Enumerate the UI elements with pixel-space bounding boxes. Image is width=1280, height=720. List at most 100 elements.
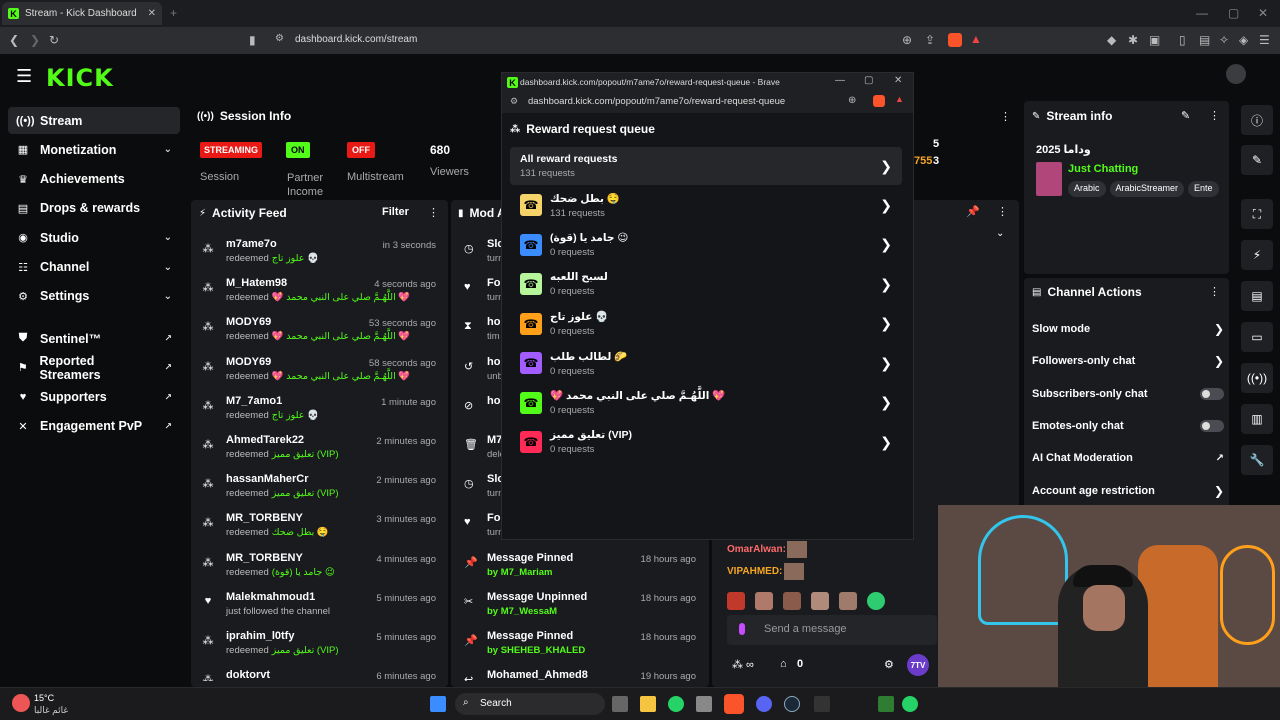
forward-icon[interactable]: ❯ bbox=[30, 33, 40, 47]
nav-item-settings[interactable]: ⚙ Settings ⌄ bbox=[8, 283, 180, 310]
maximize-icon[interactable]: ▢ bbox=[1228, 6, 1239, 20]
activity-item[interactable]: ⁂ MR_TORBENY 4 minutes ago redeemed جامد يا … bbox=[200, 552, 440, 591]
chevron-down-icon[interactable]: ⌄ bbox=[996, 228, 1004, 239]
discord-icon[interactable] bbox=[756, 696, 772, 712]
activity-item[interactable]: ⁂ m7ame7o in 3 seconds redeemed علوز تاج 💀 bbox=[200, 238, 440, 277]
puzzle-icon[interactable]: ✱ bbox=[1128, 33, 1138, 47]
activity-item[interactable]: ⁂ M_Hatem98 4 seconds ago redeemed 💖 اللَّهُ… bbox=[200, 277, 440, 316]
nav-item-drops-rewards[interactable]: ▤ Drops & rewards bbox=[8, 195, 180, 222]
mic-icon[interactable] bbox=[739, 623, 745, 635]
activity-item[interactable]: ⁂ AhmedTarek22 2 minutes ago redeemed تعليق … bbox=[200, 434, 440, 473]
channel-action-subscribers-only-chat[interactable]: Subscribers-only chat bbox=[1032, 378, 1224, 410]
reward-row[interactable]: ☎ لطالب طلب 🌮 0 requests ❯ bbox=[510, 344, 902, 382]
address-bar[interactable]: dashboard.kick.com/stream bbox=[295, 34, 417, 45]
vpn-icon[interactable]: ◈ bbox=[1239, 33, 1248, 47]
activity-item[interactable]: ⁂ MODY69 58 seconds ago redeemed 💖 اللَّهُـم… bbox=[200, 356, 440, 395]
reward-row[interactable]: ☎ بطل ضحك 🤤 131 requests ❯ bbox=[510, 186, 902, 224]
emote[interactable] bbox=[783, 592, 801, 610]
reward-row[interactable]: ☎ 💖 اللَّهُـمَّ صلي على النبي محمد 💖 0 req… bbox=[510, 384, 902, 422]
community-icon[interactable]: ⁂ ∞ bbox=[732, 658, 754, 671]
popup-address[interactable]: dashboard.kick.com/popout/m7ame7o/reward… bbox=[528, 96, 785, 107]
toggle-switch[interactable] bbox=[1200, 419, 1224, 432]
task-view-icon[interactable] bbox=[612, 696, 628, 712]
popup-minimize-icon[interactable]: — bbox=[835, 75, 845, 86]
activity-item[interactable]: ⁂ M7_7amo1 1 minute ago redeemed علوز تاج 💀 bbox=[200, 395, 440, 434]
partner-income-badge[interactable]: ON bbox=[286, 142, 310, 158]
mod-log-item[interactable]: 📌 Message Pinned 18 hours ago by SHEHEB_KHA… bbox=[462, 630, 702, 669]
channel-action-ai-chat-moderation[interactable]: AI Chat Moderation ↗ bbox=[1032, 442, 1224, 474]
screenshot-icon[interactable]: ▣ bbox=[1149, 33, 1160, 47]
document-icon[interactable]: ▤ bbox=[1241, 281, 1273, 311]
session-more-icon[interactable]: ⋮ bbox=[1000, 110, 1011, 123]
stream-info-more-icon[interactable]: ⋮ bbox=[1209, 109, 1220, 122]
pin-icon[interactable]: 📌 bbox=[966, 205, 980, 218]
nav-item-monetization[interactable]: ▦ Monetization ⌄ bbox=[8, 136, 180, 163]
terminal-icon[interactable] bbox=[814, 696, 830, 712]
nav-item-channel[interactable]: ☷ Channel ⌄ bbox=[8, 254, 180, 281]
close-tab-icon[interactable]: ✕ bbox=[148, 8, 156, 19]
user-avatar[interactable] bbox=[1226, 64, 1246, 84]
external-link-icon[interactable]: ↗ bbox=[1216, 453, 1224, 464]
nav-item-studio[interactable]: ◉ Studio ⌄ bbox=[8, 224, 180, 251]
filter-button[interactable]: Filter bbox=[382, 206, 409, 218]
file-explorer-icon[interactable] bbox=[640, 696, 656, 712]
chat-input[interactable]: Send a message bbox=[727, 615, 937, 645]
hamburger-menu-icon[interactable]: ☰ bbox=[16, 66, 32, 87]
activity-more-icon[interactable]: ⋮ bbox=[428, 206, 439, 219]
chat-settings-icon[interactable]: ⚙ bbox=[884, 658, 894, 671]
reload-icon[interactable]: ↻ bbox=[49, 33, 59, 47]
site-info-icon[interactable]: ⚙ bbox=[275, 33, 284, 44]
channel-action-slow-mode[interactable]: Slow mode ❯ bbox=[1032, 313, 1224, 345]
wallet-icon[interactable]: ▤ bbox=[1199, 33, 1210, 47]
multistream-badge[interactable]: OFF bbox=[347, 142, 375, 158]
tag[interactable]: Ente bbox=[1188, 181, 1219, 197]
tag[interactable]: Arabic bbox=[1068, 181, 1106, 197]
nav-item-reported-streamers[interactable]: ⚑ Reported Streamers ↗ bbox=[8, 354, 180, 382]
taskbar-search[interactable]: ⌕ Search bbox=[455, 693, 605, 715]
nav-item-sentinel-[interactable]: ⛊ Sentinel™ ↗ bbox=[8, 325, 180, 352]
share-icon[interactable]: ⇪ bbox=[925, 33, 935, 47]
channel-action-emotes-only-chat[interactable]: Emotes-only chat bbox=[1032, 410, 1224, 442]
emote[interactable] bbox=[755, 592, 773, 610]
edit-rail-icon[interactable]: ✎ bbox=[1241, 145, 1273, 175]
nvidia-icon[interactable] bbox=[878, 696, 894, 712]
channel-action-followers-only-chat[interactable]: Followers-only chat ❯ bbox=[1032, 345, 1224, 377]
reward-row[interactable]: ☎ تعليق مميز (VIP) 0 requests ❯ bbox=[510, 423, 902, 461]
activity-item[interactable]: ⁂ MODY69 53 seconds ago redeemed 💖 اللَّهُـم… bbox=[200, 316, 440, 355]
nav-item-stream[interactable]: ((•)) Stream bbox=[8, 107, 180, 134]
site-info-icon[interactable]: ⚙ bbox=[510, 96, 518, 107]
new-tab-icon[interactable]: + bbox=[170, 6, 177, 20]
zoom-icon[interactable]: ⊕ bbox=[902, 33, 912, 47]
popup-rewards-icon[interactable]: ▲ bbox=[895, 94, 904, 104]
tag[interactable]: ArabicStreamer bbox=[1109, 181, 1185, 197]
sidebar-toggle-icon[interactable]: ▯ bbox=[1179, 33, 1186, 47]
kick-logo[interactable]: KICK bbox=[46, 64, 114, 92]
reward-row[interactable]: ☎ علوز تاج 💀 0 requests ❯ bbox=[510, 305, 902, 343]
emote[interactable] bbox=[839, 592, 857, 610]
wrench-icon[interactable]: 🔧 bbox=[1241, 445, 1273, 475]
nav-item-engagement-pvp[interactable]: ✕ Engagement PvP ↗ bbox=[8, 413, 180, 440]
emote[interactable] bbox=[867, 592, 885, 610]
minimize-icon[interactable]: — bbox=[1196, 6, 1208, 20]
chat-more-icon[interactable]: ⋮ bbox=[997, 205, 1008, 218]
chat-username-1[interactable]: OmarAlwan: bbox=[727, 544, 786, 555]
weather-icon[interactable] bbox=[12, 694, 30, 712]
menu-icon[interactable]: ☰ bbox=[1259, 33, 1270, 47]
toggle-switch[interactable] bbox=[1200, 387, 1224, 400]
nav-item-supporters[interactable]: ♥ Supporters ↗ bbox=[8, 384, 180, 411]
whatsapp-icon[interactable] bbox=[668, 696, 684, 712]
category-thumbnail[interactable] bbox=[1036, 162, 1062, 196]
extension-icon[interactable]: ◆ bbox=[1107, 33, 1116, 47]
mod-log-item[interactable]: ✂ Message Unpinned 18 hours ago by M7_Wessa… bbox=[462, 591, 702, 630]
chat-username-2[interactable]: VIPAHMED: bbox=[727, 566, 782, 577]
brave-shields-icon[interactable] bbox=[948, 33, 962, 47]
info-icon[interactable]: ⓘ bbox=[1241, 105, 1273, 135]
activity-item[interactable]: ♥ Malekmahmoud1 5 minutes ago just followed… bbox=[200, 591, 440, 630]
emote[interactable] bbox=[727, 592, 745, 610]
edit-icon[interactable]: ✎ bbox=[1181, 109, 1190, 122]
mod-log-item[interactable]: 📌 Message Pinned 18 hours ago by M7_Mariam bbox=[462, 552, 702, 591]
popup-zoom-icon[interactable]: ⊕ bbox=[848, 95, 856, 106]
channel-actions-more-icon[interactable]: ⋮ bbox=[1209, 285, 1220, 298]
channel-action-account-age-restriction[interactable]: Account age restriction ❯ bbox=[1032, 475, 1224, 507]
steam-icon[interactable] bbox=[784, 696, 800, 712]
